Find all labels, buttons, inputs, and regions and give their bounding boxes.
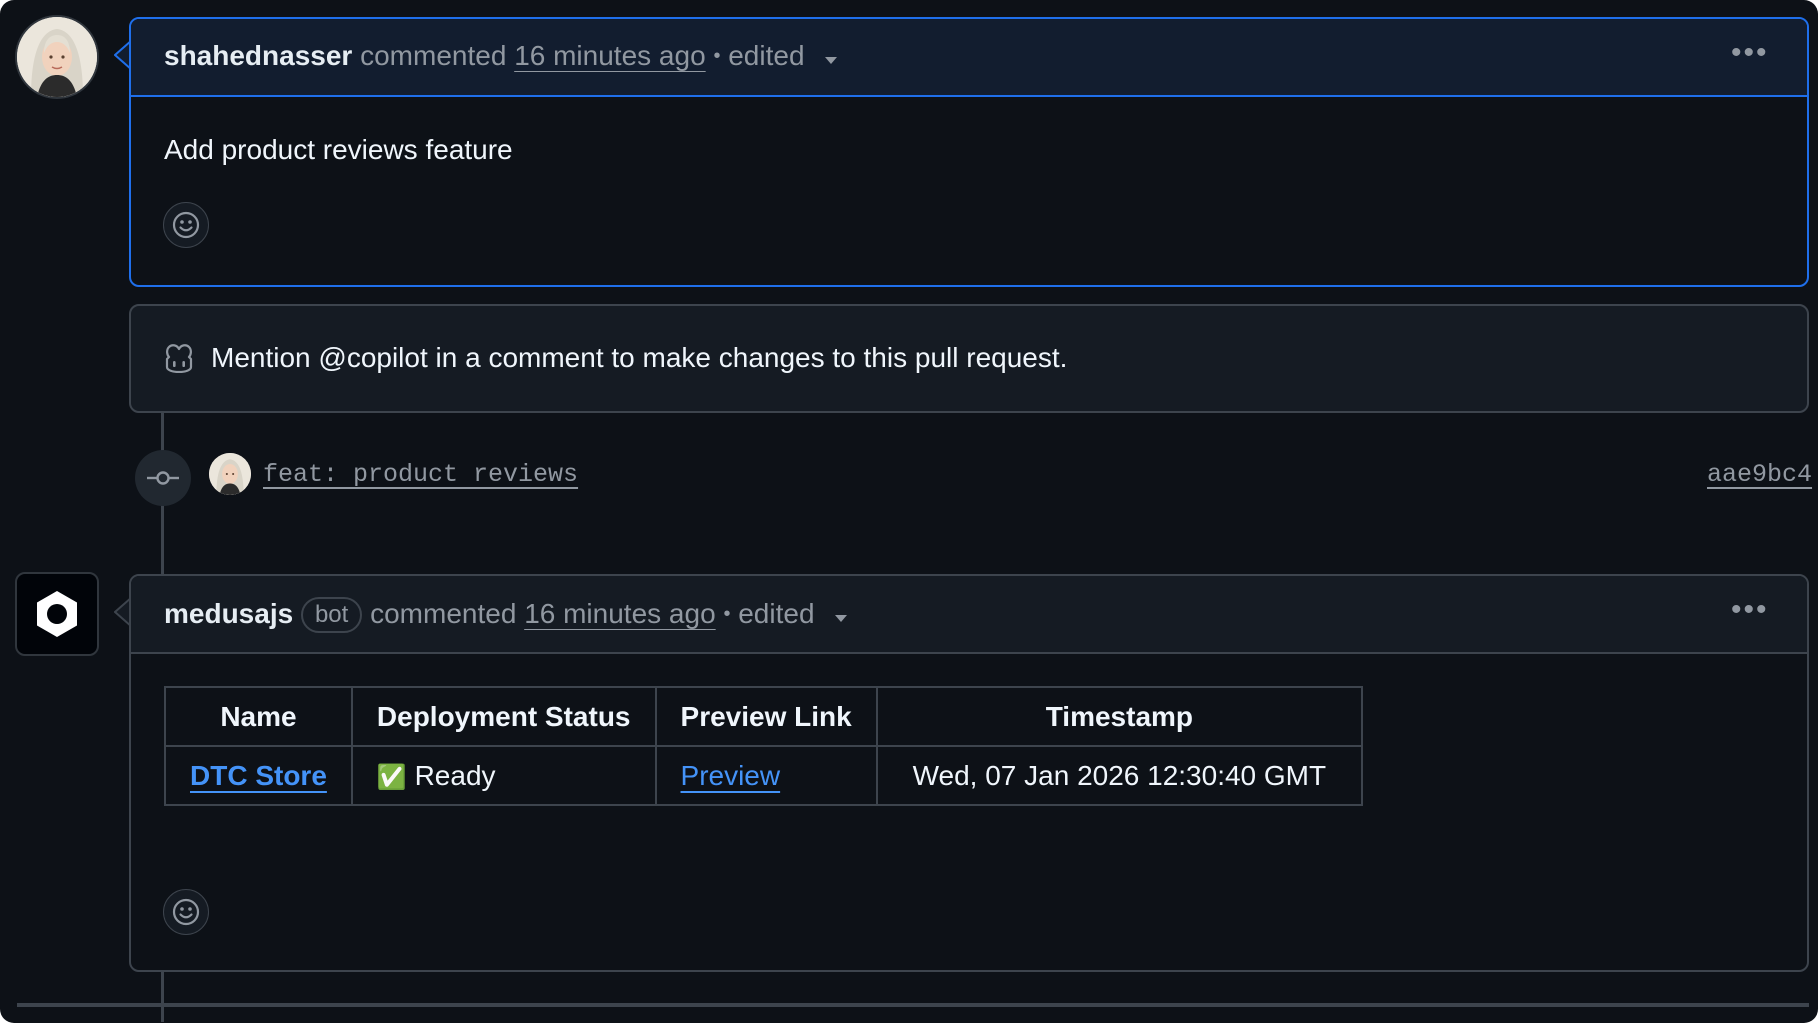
bot-avatar[interactable] xyxy=(15,572,99,656)
edited-dropdown[interactable]: edited xyxy=(728,40,840,71)
bot-badge: bot xyxy=(300,597,363,633)
comment-body: Add product reviews feature xyxy=(164,134,513,165)
timeline-divider xyxy=(17,1003,1809,1007)
cell-preview: Preview xyxy=(654,745,878,806)
column-header-preview: Preview Link xyxy=(654,686,878,747)
column-header-status: Deployment Status xyxy=(350,686,657,747)
timestamp-link[interactable]: 16 minutes ago xyxy=(514,40,705,71)
git-commit-badge xyxy=(135,450,191,506)
copilot-notice-text: Mention @copilot in a comment to make ch… xyxy=(211,342,1068,373)
table-row: DTC Store ✅ Ready Preview Wed, 07 Jan 20… xyxy=(164,745,1364,806)
action-text: commented xyxy=(370,598,517,629)
author-link[interactable]: medusajs xyxy=(164,598,293,629)
comment-header-text: shahednasser commented 16 minutes ago • … xyxy=(164,40,840,72)
edited-label: edited xyxy=(738,598,815,629)
table-header-row: Name Deployment Status Preview Link Time… xyxy=(164,686,1364,747)
commit-author-avatar[interactable] xyxy=(209,453,251,495)
avatar-image xyxy=(209,453,251,495)
commit-sha-link[interactable]: aae9bc4 xyxy=(1707,459,1812,491)
project-link[interactable]: DTC Store xyxy=(190,760,327,791)
smiley-icon xyxy=(172,211,200,239)
avatar[interactable] xyxy=(15,15,99,99)
copilot-icon xyxy=(165,344,193,373)
cell-timestamp: Wed, 07 Jan 2026 12:30:40 GMT xyxy=(875,745,1364,806)
edited-dropdown[interactable]: edited xyxy=(738,598,850,629)
commit-message-link[interactable]: feat: product reviews xyxy=(263,459,578,491)
check-mark-icon: ✅ xyxy=(376,763,407,791)
deployment-table: Name Deployment Status Preview Link Time… xyxy=(164,686,1364,806)
add-reaction-button[interactable] xyxy=(163,202,209,248)
cell-status: ✅ Ready xyxy=(350,745,657,806)
comment-header-text: medusajs bot commented 16 minutes ago • … xyxy=(164,597,850,633)
author-link[interactable]: shahednasser xyxy=(164,40,352,71)
kebab-horizontal-icon[interactable]: ••• xyxy=(1731,595,1769,625)
separator: • xyxy=(713,45,721,67)
cell-name: DTC Store xyxy=(164,745,353,806)
column-header-name: Name xyxy=(164,686,353,747)
copilot-notice: Mention @copilot in a comment to make ch… xyxy=(129,304,1809,413)
pr-timeline: shahednasser commented 16 minutes ago • … xyxy=(0,0,1818,1023)
preview-link[interactable]: Preview xyxy=(681,760,781,791)
medusa-logo xyxy=(37,591,77,637)
column-header-timestamp: Timestamp xyxy=(875,686,1364,747)
edited-label: edited xyxy=(728,40,805,71)
kebab-horizontal-icon[interactable]: ••• xyxy=(1731,38,1769,68)
timestamp-link[interactable]: 16 minutes ago xyxy=(524,598,715,629)
separator: • xyxy=(723,603,731,625)
avatar-image xyxy=(17,17,97,97)
git-commit-icon xyxy=(147,471,179,485)
triangle-down-icon xyxy=(825,57,838,64)
comment-box: medusajs bot commented 16 minutes ago • … xyxy=(129,574,1809,972)
action-text: commented xyxy=(360,40,507,71)
smiley-icon xyxy=(172,898,200,926)
comment-box: shahednasser commented 16 minutes ago • … xyxy=(129,17,1809,287)
status-text: Ready xyxy=(414,759,496,791)
triangle-down-icon xyxy=(835,615,848,622)
add-reaction-button[interactable] xyxy=(163,889,209,935)
